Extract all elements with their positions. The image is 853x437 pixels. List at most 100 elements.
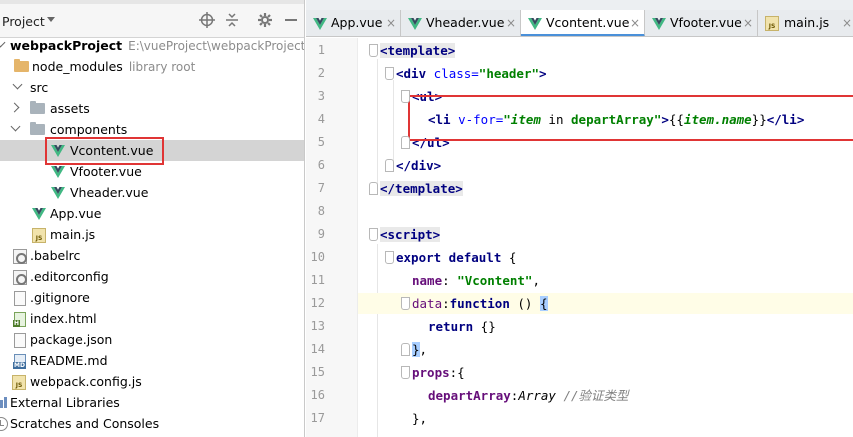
line-number: 8 <box>317 204 325 218</box>
tree-item-webpackproject[interactable]: webpackProject E:\vueProject\webpackProje… <box>0 35 305 56</box>
close-icon[interactable]: × <box>842 10 852 36</box>
fold-marker-icon[interactable] <box>369 182 378 195</box>
close-icon[interactable]: × <box>386 10 396 36</box>
code-line-5: </ul> <box>412 135 450 150</box>
chevron-down-icon[interactable] <box>10 121 21 132</box>
fold-marker-icon[interactable] <box>401 343 410 356</box>
tree-item-editorconfig[interactable]: .editorconfig <box>0 266 304 287</box>
fold-marker-icon[interactable] <box>401 366 410 379</box>
tree-item-node-modules[interactable]: node_modules library root <box>0 56 304 77</box>
folder-icon <box>14 59 29 72</box>
text-file-icon <box>14 291 26 306</box>
tree-item-scratches-and-consoles[interactable]: Scratches and Consoles <box>0 413 304 434</box>
tree-item-components[interactable]: components <box>0 119 304 140</box>
close-icon[interactable]: × <box>743 10 753 36</box>
project-toolbar: Project <box>0 0 304 38</box>
line-number: 16 <box>310 388 325 402</box>
line-number: 5 <box>317 135 325 149</box>
code-line-7: </template> <box>380 181 463 196</box>
tree-item-vcontent-vue[interactable]: Vcontent.vue <box>0 140 304 161</box>
gear-icon[interactable] <box>257 12 273 28</box>
tree-item-vfooter-vue[interactable]: Vfooter.vue <box>0 161 304 182</box>
tree-item-gitignore[interactable]: .gitignore <box>0 287 304 308</box>
line-number: 3 <box>317 89 325 103</box>
code-line-1: <template> <box>380 43 456 58</box>
tree-item-label: webpack.config.js <box>30 374 142 389</box>
line-number: 14 <box>310 342 325 356</box>
chevron-down-icon[interactable] <box>47 17 55 22</box>
line-number: 7 <box>317 181 325 195</box>
markdown-file-icon: MD <box>13 354 26 369</box>
line-number-gutter: 1 2 3 4 5 6 7 8 9 10 11 12 13 14 15 16 1… <box>306 38 358 437</box>
code-line-2: <div class="header"> <box>396 66 547 81</box>
tree-item-label: .gitignore <box>30 290 90 305</box>
tree-item-label: Vheader.vue <box>70 185 149 200</box>
tree-item-label: Vfooter.vue <box>70 164 142 179</box>
code-view[interactable]: <template> <div class="header"> <ul> <li… <box>358 38 853 437</box>
tree-item-src[interactable]: src <box>0 77 304 98</box>
tree-item-note: library root <box>128 60 196 74</box>
js-icon: JS <box>12 375 26 390</box>
line-number: 12 <box>310 296 325 310</box>
editor-tab-bar: App.vue × Vheader.vue × Vcontent.vue × V… <box>306 0 853 37</box>
line-number: 1 <box>317 43 325 57</box>
tree-item-label: External Libraries <box>10 395 120 410</box>
tree-item-label: node_modules <box>32 59 123 74</box>
tree-item-label: components <box>50 122 128 137</box>
tab-main-js[interactable]: JS main.js × <box>758 10 853 36</box>
tab-app-vue[interactable]: App.vue × <box>306 10 401 36</box>
close-icon[interactable]: × <box>630 10 640 36</box>
tree-item-label: Scratches and Consoles <box>10 416 160 431</box>
fold-marker-icon[interactable] <box>401 90 410 103</box>
tree-item-label: package.json <box>30 332 113 347</box>
chevron-down-icon[interactable] <box>0 37 6 48</box>
fold-marker-icon[interactable] <box>369 228 378 241</box>
tree-item-webpack-config-js[interactable]: JS webpack.config.js <box>0 371 304 392</box>
tree-item-index-html[interactable]: H index.html <box>0 308 304 329</box>
code-line-17: }, <box>412 411 428 426</box>
crosshair-icon[interactable] <box>199 12 215 28</box>
tab-vfooter-vue[interactable]: Vfooter.vue × <box>645 10 758 36</box>
line-number: 6 <box>317 158 325 172</box>
collapse-icon[interactable] <box>224 12 240 28</box>
tree-item-path: E:\vueProject\webpackProject <box>128 39 305 53</box>
fold-marker-icon[interactable] <box>401 297 410 310</box>
hide-icon[interactable] <box>283 12 299 28</box>
tree-item-assets[interactable]: assets <box>0 98 304 119</box>
tab-label: App.vue <box>331 15 383 30</box>
fold-marker-icon[interactable] <box>385 159 394 172</box>
code-line-6: </div> <box>396 158 442 173</box>
vue-icon <box>528 18 542 30</box>
tree-item-app-vue[interactable]: App.vue <box>0 203 304 224</box>
tree-item-label: .editorconfig <box>30 269 109 284</box>
code-line-9: <script> <box>380 227 441 242</box>
fold-marker-icon[interactable] <box>385 251 394 264</box>
tab-vheader-vue[interactable]: Vheader.vue × <box>401 10 521 36</box>
tree-item-external-libraries[interactable]: External Libraries <box>0 392 304 413</box>
tree-item-label: Vcontent.vue <box>70 143 154 158</box>
fold-marker-icon[interactable] <box>401 136 410 149</box>
tree-item-label: assets <box>50 101 90 116</box>
tab-label: main.js <box>784 15 830 30</box>
tree-item-main-js[interactable]: JS main.js <box>0 224 304 245</box>
close-icon[interactable]: × <box>506 10 516 36</box>
tree-item-label: README.md <box>30 353 108 368</box>
code-line-10: export default { <box>396 250 517 265</box>
code-line-11: name: "Vcontent", <box>412 273 540 288</box>
tree-item-vheader-vue[interactable]: Vheader.vue <box>0 182 304 203</box>
vue-icon <box>32 208 46 220</box>
title-strip <box>0 0 304 4</box>
project-view-selector[interactable]: Project <box>2 14 45 29</box>
fold-marker-icon[interactable] <box>369 44 378 57</box>
tab-vcontent-vue[interactable]: Vcontent.vue × <box>521 10 645 36</box>
tree-item-babelrc[interactable]: .babelrc <box>0 245 304 266</box>
code-line-16: departArray:Array //验证类型 <box>428 388 629 403</box>
code-line-3: <ul> <box>412 89 443 104</box>
fold-marker-icon[interactable] <box>385 67 394 80</box>
chevron-down-icon[interactable] <box>12 79 23 90</box>
project-panel: Project webpackProject E:\vueProject\webp… <box>0 0 305 437</box>
chevron-right-icon[interactable] <box>9 102 20 113</box>
tree-item-package-json[interactable]: package.json <box>0 329 304 350</box>
tree-item-readme-md[interactable]: MD README.md <box>0 350 304 371</box>
tree-item-label: main.js <box>50 227 96 242</box>
